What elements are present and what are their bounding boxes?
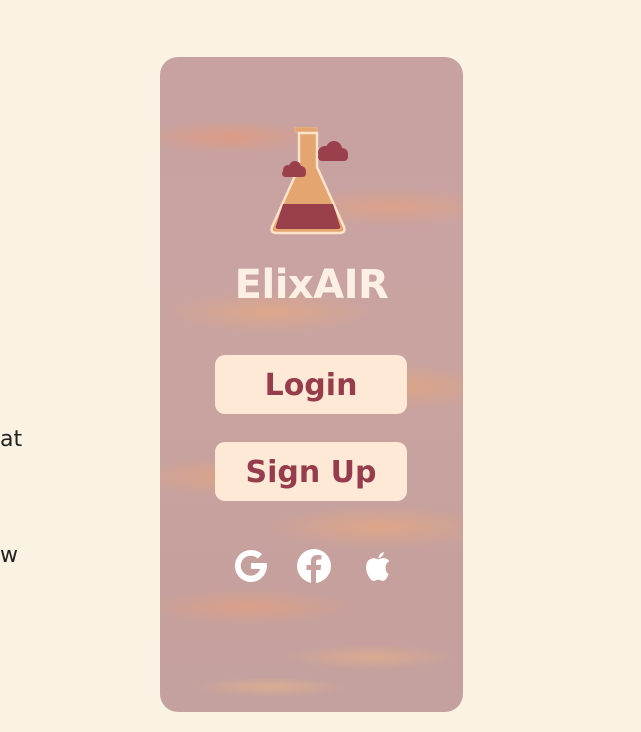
partial-text-left: at bbox=[0, 427, 23, 452]
flask-clouds-icon bbox=[268, 126, 348, 237]
sign-up-button[interactable]: Sign Up bbox=[215, 442, 407, 501]
app-title: ElixAIR bbox=[234, 262, 389, 308]
login-button[interactable]: Login bbox=[215, 355, 407, 414]
apple-icon[interactable] bbox=[358, 546, 398, 586]
facebook-icon[interactable] bbox=[294, 546, 334, 586]
partial-text-left: w bbox=[0, 543, 18, 568]
login-card: ElixAIR Login Sign Up bbox=[160, 57, 463, 712]
google-icon[interactable] bbox=[231, 546, 271, 586]
